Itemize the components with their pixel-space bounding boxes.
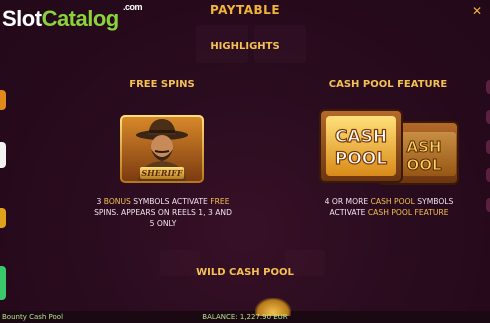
free-spins-desc-line3: 5 ONLY <box>149 219 177 228</box>
sheriff-symbol-label: SHERIFF <box>141 168 184 178</box>
back-symbol-line2: OOL <box>406 156 442 174</box>
side-button-white[interactable] <box>0 142 6 168</box>
cash-pool-desc-end: SYMBOLS <box>417 197 454 206</box>
free-spins-title: FREE SPINS <box>129 79 195 90</box>
front-symbol-line1: CASH <box>335 127 387 147</box>
scroll-indicator[interactable] <box>486 80 490 94</box>
free-spins-desc-count: 3 <box>96 197 102 206</box>
scroll-indicator[interactable] <box>486 198 490 212</box>
free-spins-desc-line2: SPINS. APPEARS ON REELS 1, 3 AND <box>94 208 232 217</box>
free-spins-description: 3 BONUS SYMBOLS ACTIVATE FREE SPINS. APP… <box>82 196 244 229</box>
cash-pool-desc-line2-hl: CASH POOL FEATURE <box>367 208 449 217</box>
cash-pool-description: 4 OR MORE CASH POOL SYMBOLS ACTIVATE CAS… <box>306 196 472 218</box>
free-spins-desc-symbol: BONUS <box>103 197 131 206</box>
balance-display: BALANCE: 1,227.90 EUR <box>202 313 288 321</box>
cash-pool-desc-line2-start: ACTIVATE <box>329 208 366 217</box>
scroll-indicator[interactable] <box>486 168 490 182</box>
cash-pool-desc-hl: CASH POOL <box>370 197 415 206</box>
side-button-orange[interactable] <box>0 90 6 110</box>
sheriff-symbol: SHERIFF <box>120 115 204 183</box>
side-button-orange-lower[interactable] <box>0 208 6 228</box>
scroll-indicator[interactable] <box>486 110 490 124</box>
back-symbol-line1: ASH <box>407 138 442 156</box>
cash-pool-desc-start: 4 OR MORE <box>324 197 369 206</box>
free-spins-desc-rest: SYMBOLS ACTIVATE <box>133 197 208 206</box>
close-icon[interactable]: ✕ <box>472 4 482 18</box>
cash-pool-title: CASH POOL FEATURE <box>328 79 448 90</box>
highlights-heading: HIGHLIGHTS <box>210 41 280 52</box>
side-button-green[interactable] <box>0 266 6 300</box>
free-spins-desc-free: FREE <box>210 197 230 206</box>
wild-cash-pool-title: WILD CASH POOL <box>196 267 294 278</box>
paytable-title: PAYTABLE <box>209 3 281 17</box>
scroll-indicator[interactable] <box>486 140 490 154</box>
front-symbol-line2: POOL <box>335 149 387 169</box>
cash-pool-symbols: ASH OOL CASH POOL <box>319 109 459 185</box>
